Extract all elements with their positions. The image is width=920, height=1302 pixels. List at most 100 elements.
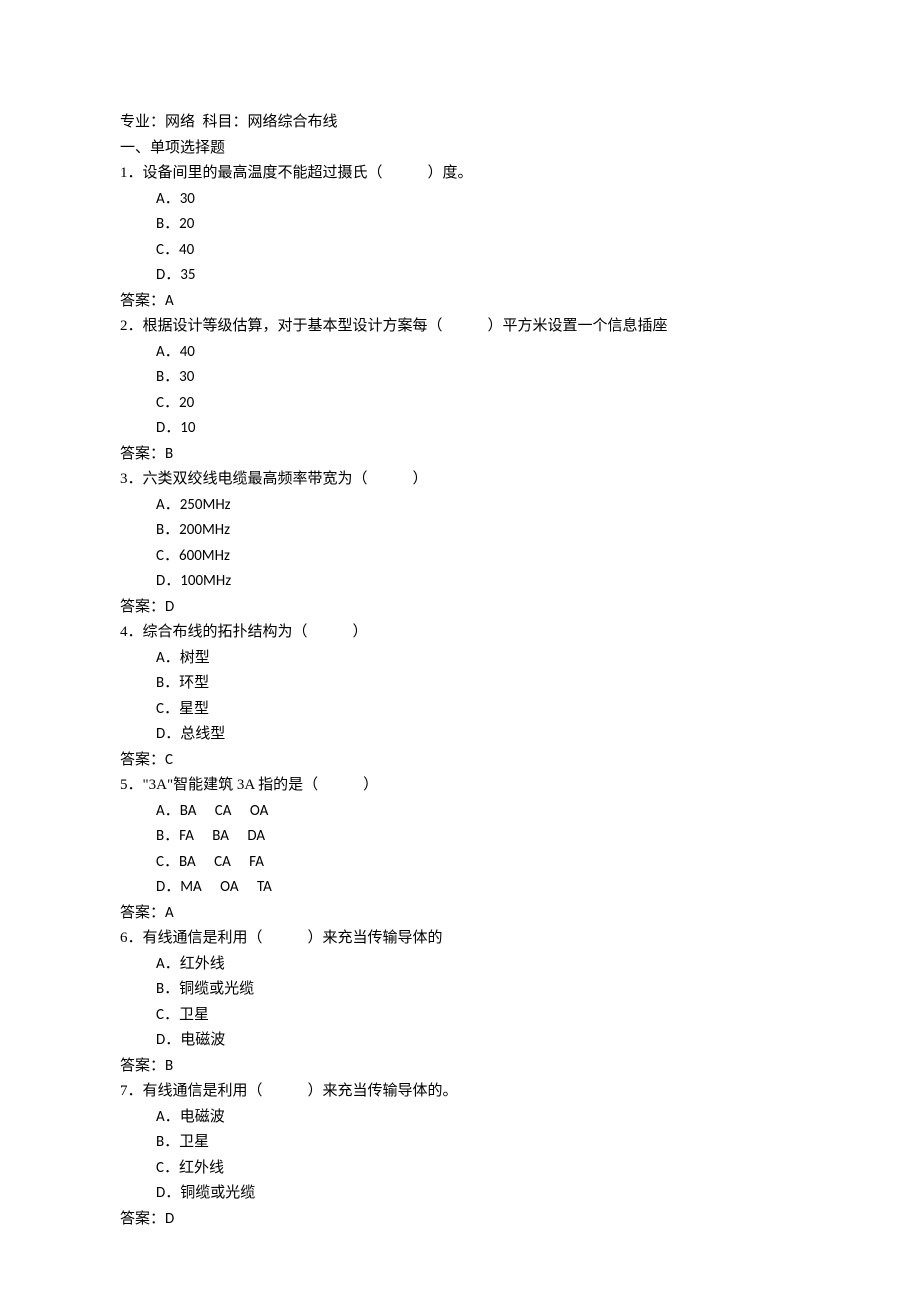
option-text: 30	[179, 368, 194, 386]
option: C．600MHz	[156, 544, 800, 570]
option: C．星型	[156, 697, 800, 723]
answer-label: 答案：	[120, 751, 165, 769]
option-text: BA CA OA	[180, 802, 269, 820]
option-label: B．	[156, 674, 179, 692]
options-list: A．红外线B．铜缆或光缆C．卫星D．电磁波	[120, 952, 800, 1054]
option: A．30	[156, 187, 800, 213]
option: D．总线型	[156, 722, 800, 748]
option-label: A．	[156, 496, 180, 514]
option-label: D．	[156, 1031, 180, 1049]
option-label: B．	[156, 980, 179, 998]
answer-value: D	[165, 1210, 174, 1228]
option-label: D．	[156, 878, 180, 896]
option-text: 40	[179, 241, 194, 259]
option: A．40	[156, 340, 800, 366]
options-list: A．40B．30C．20D．10	[120, 340, 800, 442]
question-text-post: ）	[413, 471, 428, 487]
question-text: 7．有线通信是利用（ ）来充当传输导体的。	[120, 1079, 800, 1105]
options-list: A．BA CA OAB．FA BA DAC．BA CA FAD．MA OA TA	[120, 799, 800, 901]
question-number: 4．	[120, 624, 143, 640]
option-text: 20	[179, 394, 194, 412]
options-list: A．250MHzB．200MHzC．600MHzD．100MHz	[120, 493, 800, 595]
option: D．MA OA TA	[156, 875, 800, 901]
question-text: 6．有线通信是利用（ ）来充当传输导体的	[120, 926, 800, 952]
question: 1．设备间里的最高温度不能超过摄氏（ ）度。A．30B．20C．40D．35答案…	[120, 161, 800, 314]
option: D．10	[156, 416, 800, 442]
option-text: 树型	[180, 649, 210, 667]
question-text-pre: 有线通信是利用（	[143, 1083, 263, 1099]
option-text: 电磁波	[180, 1108, 225, 1126]
answer-line: 答案：B	[120, 442, 800, 468]
option-text: MA OA TA	[180, 878, 272, 896]
fill-blank	[308, 620, 353, 646]
question-text-pre: 有线通信是利用（	[143, 930, 263, 946]
subject-value: 网络综合布线	[248, 114, 338, 130]
option: B．FA BA DA	[156, 824, 800, 850]
option-label: C．	[156, 1159, 179, 1177]
option-text: 铜缆或光缆	[179, 980, 254, 998]
question-text: 1．设备间里的最高温度不能超过摄氏（ ）度。	[120, 161, 800, 187]
option: A．250MHz	[156, 493, 800, 519]
answer-value: B	[165, 1057, 173, 1075]
fill-blank	[383, 161, 428, 187]
question-number: 2．	[120, 318, 143, 334]
answer-line: 答案：B	[120, 1054, 800, 1080]
option-label: A．	[156, 955, 180, 973]
fill-blank	[263, 1079, 308, 1105]
option-label: B．	[156, 215, 179, 233]
answer-value: C	[165, 751, 173, 769]
answer-line: 答案：C	[120, 748, 800, 774]
option-text: 红外线	[180, 955, 225, 973]
option: B．200MHz	[156, 518, 800, 544]
question: 6．有线通信是利用（ ）来充当传输导体的A．红外线B．铜缆或光缆C．卫星D．电磁…	[120, 926, 800, 1079]
answer-value: B	[165, 445, 173, 463]
option-label: D．	[156, 725, 180, 743]
option-text: 40	[180, 343, 195, 361]
option-text: 环型	[179, 674, 209, 692]
option: D．铜缆或光缆	[156, 1181, 800, 1207]
option-text: 20	[179, 215, 194, 233]
option-text: 35	[180, 266, 195, 284]
option: D．电磁波	[156, 1028, 800, 1054]
question-text-post: ）平方米设置一个信息插座	[488, 318, 668, 334]
question: 3．六类双绞线电缆最高频率带宽为（ ）A．250MHzB．200MHzC．600…	[120, 467, 800, 620]
major-label: 专业：	[120, 114, 165, 130]
answer-label: 答案：	[120, 445, 165, 463]
question: 2．根据设计等级估算，对于基本型设计方案每（ ）平方米设置一个信息插座 A．40 B…	[120, 314, 800, 467]
question: 5．"3A"智能建筑 3A 指的是（ ）A．BA CA OAB．FA BA DA…	[120, 773, 800, 926]
question-text-pre: 六类双绞线电缆最高频率带宽为（	[143, 471, 368, 487]
option: D．100MHz	[156, 569, 800, 595]
option: B．铜缆或光缆	[156, 977, 800, 1003]
question-text-pre: 综合布线的拓扑结构为（	[143, 624, 308, 640]
option: C．红外线	[156, 1156, 800, 1182]
question-text-post: ）来充当传输导体的	[308, 930, 443, 946]
answer-value: D	[165, 598, 174, 616]
option-label: D．	[156, 1184, 180, 1202]
option-text: BA CA FA	[179, 853, 264, 871]
option: C．20	[156, 391, 800, 417]
option-text: 电磁波	[180, 1031, 225, 1049]
option-label: A．	[156, 190, 180, 208]
option-label: C．	[156, 547, 179, 565]
answer-value: A	[165, 904, 174, 922]
option: C．卫星	[156, 1003, 800, 1029]
option-label: C．	[156, 241, 179, 259]
answer-line: 答案：D	[120, 1207, 800, 1233]
question-number: 6．	[120, 930, 143, 946]
option: C．BA CA FA	[156, 850, 800, 876]
question-text-post: ）度。	[428, 165, 473, 181]
option-label: B．	[156, 1133, 179, 1151]
question-number: 1．	[120, 165, 143, 181]
option-label: D．	[156, 572, 180, 590]
answer-line: 答案：D	[120, 595, 800, 621]
question-text-pre: 根据设计等级估算，对于基本型设计方案每（	[143, 318, 443, 334]
option-text: 100MHz	[180, 572, 231, 590]
answer-label: 答案：	[120, 598, 165, 616]
document-header: 专业：网络 科目：网络综合布线	[120, 110, 800, 136]
major-value: 网络	[165, 114, 195, 130]
option-label: C．	[156, 853, 179, 871]
answer-label: 答案：	[120, 1057, 165, 1075]
option-text: 30	[180, 190, 195, 208]
subject-label: 科目：	[203, 114, 248, 130]
option: B．20	[156, 212, 800, 238]
